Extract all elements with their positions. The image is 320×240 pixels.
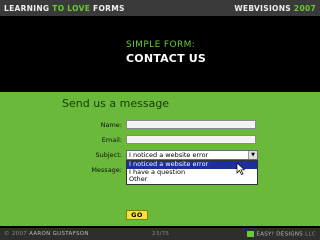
deck-title-part: LEARNING xyxy=(4,4,53,13)
go-button[interactable]: GO xyxy=(126,210,148,220)
credit: EASY! DESIGNS LLC xyxy=(247,231,316,238)
email-field[interactable] xyxy=(126,135,256,144)
slide-kicker: SIMPLE FORM: xyxy=(126,40,196,50)
subject-selected-value: I noticed a website error xyxy=(129,151,209,159)
copyright: © 2007 AARON GUSTAFSON xyxy=(4,231,89,237)
deck-title: LEARNING TO LOVE FORMS xyxy=(4,4,125,13)
form-title: Send us a message xyxy=(62,97,170,110)
subject-select[interactable]: I noticed a website error ▼ xyxy=(126,150,258,160)
copyright-year: © 2007 xyxy=(4,231,28,237)
subject-label: Subject: xyxy=(95,151,123,159)
email-label: Email: xyxy=(101,136,122,144)
subject-option[interactable]: Other xyxy=(127,175,257,184)
conference-title: WEBVISIONS 2007 xyxy=(234,4,316,13)
deck-title-highlight: TO LOVE xyxy=(52,4,91,13)
message-label: Message: xyxy=(91,166,122,174)
credit-company: EASY! DESIGNS xyxy=(256,231,304,238)
credit-suffix: LLC xyxy=(305,231,316,238)
slide-counter: 23/75 xyxy=(152,231,170,237)
chevron-down-icon[interactable]: ▼ xyxy=(248,151,257,159)
author-name: AARON GUSTAFSON xyxy=(29,231,89,237)
name-label: Name: xyxy=(100,121,122,129)
deck-title-part: FORMS xyxy=(90,4,125,13)
bottom-bar: © 2007 AARON GUSTAFSON 23/75 EASY! DESIG… xyxy=(0,228,320,240)
conference-year: 2007 xyxy=(293,4,316,13)
top-bar: LEARNING TO LOVE FORMS WEBVISIONS 2007 xyxy=(0,0,320,16)
company-logo-icon xyxy=(247,231,255,237)
conference-name: WEBVISIONS xyxy=(234,4,291,13)
slide-heading: CONTACT US xyxy=(126,52,207,65)
name-field[interactable] xyxy=(126,120,256,129)
mouse-cursor-icon xyxy=(236,163,246,175)
